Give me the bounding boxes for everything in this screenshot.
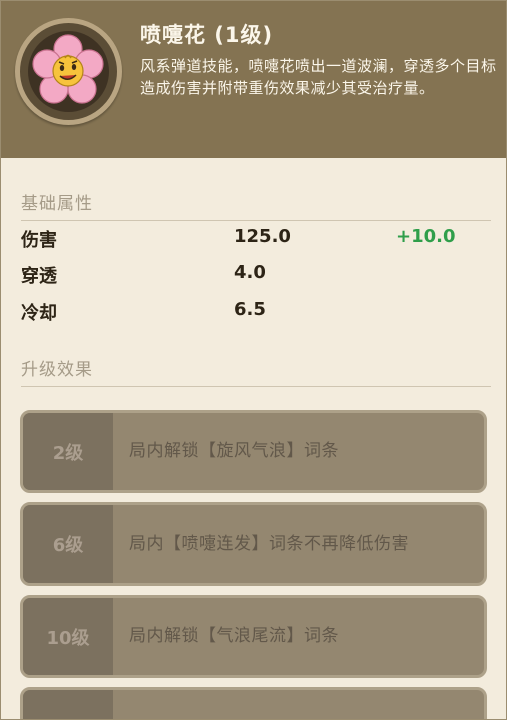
upgrade-level: 10级 [23, 598, 113, 675]
stat-label: 伤害 [21, 230, 57, 251]
skill-detail-panel: 喷嚏花 (1级) 风系弹道技能，喷嚏花喷出一道波澜，穿透多个目标造成伤害并附带重… [0, 0, 507, 720]
skill-title: 喷嚏花 (1级) [140, 23, 274, 47]
stat-row-damage: 伤害 125.0 +10.0 [21, 226, 481, 256]
upgrade-item: 10级 局内解锁【气浪尾流】词条 [20, 595, 487, 678]
stat-row-cooldown: 冷却 6.5 [21, 299, 481, 329]
upgrade-item: 6级 局内【喷嚏连发】词条不再降低伤害 [20, 502, 487, 586]
base-stats-title: 基础属性 [21, 194, 93, 214]
upgrade-effect: 局内解锁【旋风气浪】词条 [129, 441, 339, 461]
stat-value: 4.0 [234, 262, 266, 283]
stat-label: 冷却 [21, 303, 57, 324]
base-stats-divider [21, 220, 491, 221]
stat-bonus: +10.0 [396, 226, 456, 247]
upgrade-effect [129, 690, 470, 719]
upgrade-item: 2级 局内解锁【旋风气浪】词条 [20, 410, 487, 493]
stat-value: 125.0 [234, 226, 291, 247]
upgrade-level: 2级 [23, 413, 113, 490]
upgrade-level [23, 690, 113, 719]
sneeze-flower-icon [32, 34, 104, 104]
upgrades-divider [21, 386, 491, 387]
upgrades-title: 升级效果 [21, 360, 93, 380]
stat-row-penetration: 穿透 4.0 [21, 262, 481, 292]
stat-value: 6.5 [234, 299, 266, 320]
upgrade-item [20, 687, 487, 719]
skill-icon-background [28, 31, 109, 112]
upgrade-effect: 局内解锁【气浪尾流】词条 [129, 626, 339, 646]
stat-label: 穿透 [21, 266, 57, 287]
skill-icon-frame [15, 18, 122, 125]
skill-description: 风系弹道技能，喷嚏花喷出一道波澜，穿透多个目标造成伤害并附带重伤效果减少其受治疗… [140, 57, 497, 97]
upgrade-effect: 局内【喷嚏连发】词条不再降低伤害 [129, 533, 409, 554]
upgrade-level: 6级 [23, 505, 113, 583]
skill-header: 喷嚏花 (1级) 风系弹道技能，喷嚏花喷出一道波澜，穿透多个目标造成伤害并附带重… [1, 1, 506, 158]
